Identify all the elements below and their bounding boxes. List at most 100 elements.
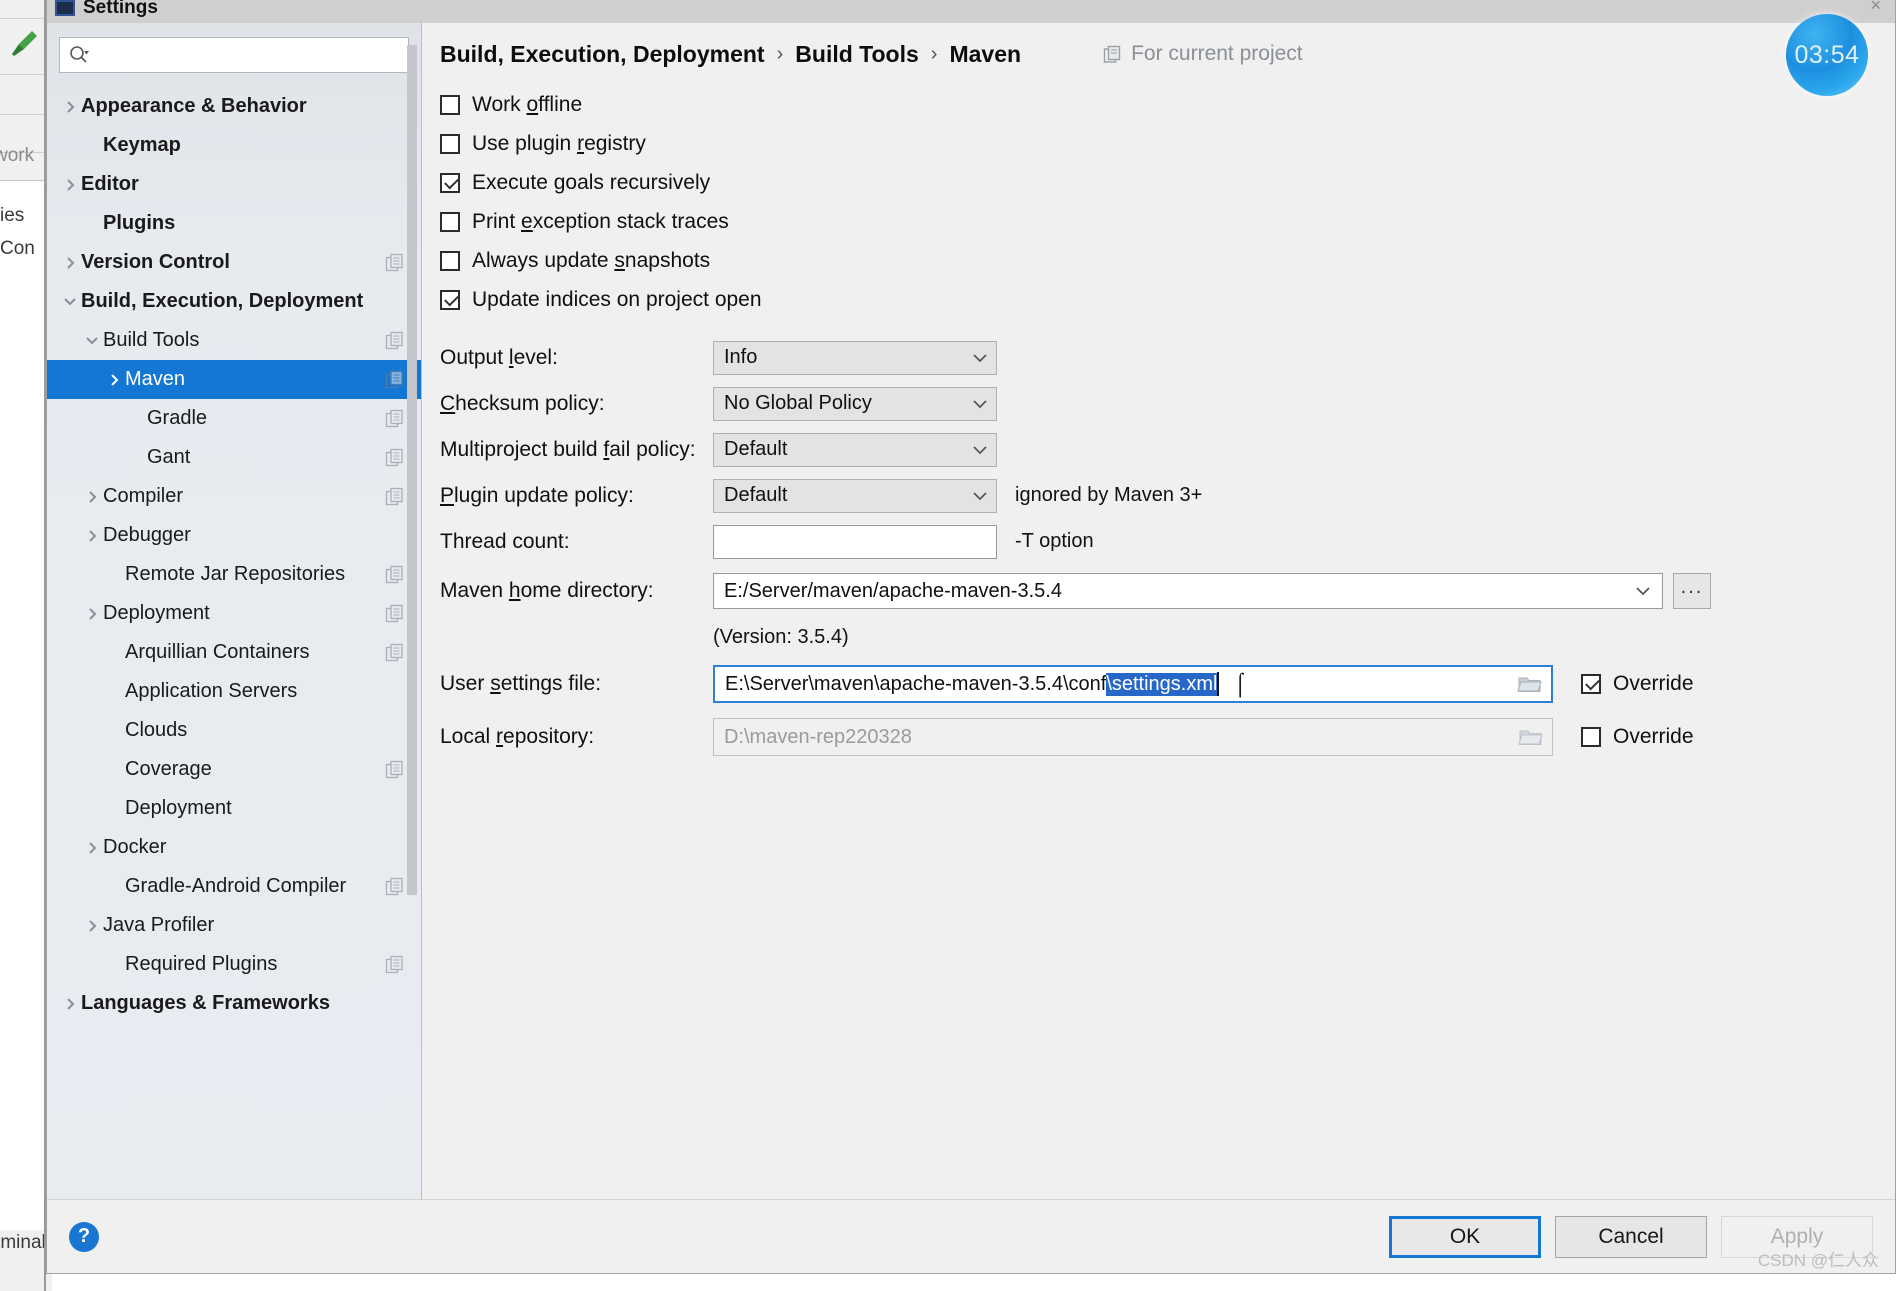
copy-settings-icon[interactable]	[385, 370, 405, 390]
checkbox-use-plugin-registry[interactable]	[440, 133, 460, 154]
breadcrumb: Build, Execution, Deployment › Build Too…	[422, 23, 1895, 85]
chevron-down-icon[interactable]	[59, 295, 81, 308]
copy-settings-icon[interactable]	[385, 955, 405, 975]
sidebar-item-docker[interactable]: Docker	[47, 828, 421, 867]
search-input[interactable]	[94, 45, 400, 65]
sidebar-item-appearance-behavior[interactable]: Appearance & Behavior	[47, 87, 421, 126]
user-settings-browse-icon[interactable]	[1513, 674, 1547, 694]
chevron-right-icon[interactable]	[81, 606, 103, 622]
chevron-right-icon[interactable]	[59, 177, 81, 193]
copy-settings-icon[interactable]	[385, 604, 405, 624]
clock-widget[interactable]: 03:54	[1786, 14, 1868, 96]
sidebar-item-gradle-android-compiler[interactable]: Gradle-Android Compiler	[47, 867, 421, 906]
user-settings-override[interactable]: Override	[1581, 672, 1694, 696]
breadcrumb-part-1[interactable]: Build Tools	[795, 41, 919, 68]
sidebar-item-editor[interactable]: Editor	[47, 165, 421, 204]
breadcrumb-part-2[interactable]: Maven	[949, 41, 1021, 68]
local-repository-override-label: Override	[1613, 725, 1694, 748]
local-repository-override-checkbox[interactable]	[1581, 727, 1601, 747]
project-scope-indicator[interactable]: For current project	[1103, 42, 1303, 66]
copy-settings-icon[interactable]	[385, 760, 405, 780]
sidebar-item-gradle[interactable]: Gradle	[47, 399, 421, 438]
local-repository-browse-icon[interactable]	[1514, 727, 1548, 747]
sidebar-item-deployment[interactable]: Deployment	[47, 594, 421, 633]
output-level-select[interactable]: Info	[713, 340, 997, 375]
checkbox-execute-goals-recursively[interactable]	[440, 172, 460, 193]
multiproject-fail-policy-label: Multiproject build fail policy:	[440, 437, 696, 461]
checkbox-label-execute-goals-recursively: Execute goals recursively	[472, 170, 711, 194]
settings-tree[interactable]: Appearance & Behavior Keymap Editor Plugins…	[47, 83, 421, 1199]
watermark: CSDN @仁人众	[1757, 1251, 1879, 1270]
copy-settings-icon[interactable]	[385, 448, 405, 468]
chevron-right-icon[interactable]	[59, 255, 81, 271]
user-settings-override-checkbox[interactable]	[1581, 674, 1601, 694]
background-text-terminal: rminal	[0, 1232, 46, 1253]
sidebar-item-keymap[interactable]: Keymap	[47, 126, 421, 165]
chevron-right-icon[interactable]	[103, 372, 125, 388]
checkbox-print-exception-stack-traces[interactable]	[440, 211, 460, 232]
checkbox-always-update-snapshots[interactable]	[440, 250, 460, 271]
chevron-right-icon[interactable]	[81, 840, 103, 856]
copy-settings-icon[interactable]	[385, 253, 405, 273]
help-button[interactable]: ?	[69, 1221, 99, 1252]
checksum-policy-select[interactable]: No Global Policy	[713, 386, 997, 421]
copy-settings-icon[interactable]	[385, 643, 405, 663]
copy-settings-icon[interactable]	[385, 409, 405, 429]
user-settings-override-label: Override	[1613, 672, 1694, 695]
maven-home-combo[interactable]: E:/Server/maven/apache-maven-3.5.4	[713, 573, 1663, 609]
checkbox-row-print-exception-stack-traces[interactable]: Print exception stack traces	[440, 202, 1877, 241]
thread-count-input[interactable]	[713, 524, 997, 559]
chevron-right-icon[interactable]	[59, 99, 81, 115]
sidebar-item-java-profiler[interactable]: Java Profiler	[47, 906, 421, 945]
sidebar-item-maven[interactable]: Maven	[47, 360, 421, 399]
sidebar-item-remote-jar-repositories[interactable]: Remote Jar Repositories	[47, 555, 421, 594]
plugin-update-policy-select[interactable]: Default	[713, 478, 997, 513]
sidebar-item-version-control[interactable]: Version Control	[47, 243, 421, 282]
sidebar-item-compiler[interactable]: Compiler	[47, 477, 421, 516]
chevron-right-icon[interactable]	[81, 528, 103, 544]
copy-settings-icon[interactable]	[385, 331, 405, 351]
checkbox-row-update-indices-on-project-open[interactable]: Update indices on project open	[440, 280, 1877, 319]
chevron-down-icon[interactable]	[81, 334, 103, 347]
checkbox-update-indices-on-project-open[interactable]	[440, 289, 460, 310]
multiproject-fail-policy-select[interactable]: Default	[713, 432, 997, 467]
local-repository-override[interactable]: Override	[1581, 725, 1694, 749]
search-box[interactable]	[59, 37, 409, 73]
copy-settings-icon[interactable]	[385, 487, 405, 507]
maven-home-browse-button[interactable]: ...	[1673, 573, 1711, 609]
sidebar-item-arquillian-containers[interactable]: Arquillian Containers	[47, 633, 421, 672]
sidebar-item-label: Required Plugins	[125, 953, 278, 975]
dialog-titlebar[interactable]: Settings ×	[47, 0, 1895, 23]
sidebar-item-gant[interactable]: Gant	[47, 438, 421, 477]
local-repository-input[interactable]: D:\maven-rep220328	[713, 718, 1553, 756]
chevron-right-icon[interactable]	[81, 918, 103, 934]
sidebar-item-coverage[interactable]: Coverage	[47, 750, 421, 789]
output-level-value: Info	[724, 346, 758, 368]
sidebar-item-clouds[interactable]: Clouds	[47, 711, 421, 750]
chevron-right-icon[interactable]	[59, 996, 81, 1012]
checkbox-row-execute-goals-recursively[interactable]: Execute goals recursively	[440, 163, 1877, 202]
sidebar-item-required-plugins[interactable]: Required Plugins	[47, 945, 421, 984]
sidebar-item-application-servers[interactable]: Application Servers	[47, 672, 421, 711]
breadcrumb-part-0[interactable]: Build, Execution, Deployment	[440, 41, 765, 68]
ok-button[interactable]: OK	[1389, 1215, 1541, 1258]
checkbox-work-offline[interactable]	[440, 94, 460, 115]
chevron-right-icon[interactable]	[81, 489, 103, 505]
sidebar-item-deployment[interactable]: Deployment	[47, 789, 421, 828]
copy-settings-icon[interactable]	[385, 877, 405, 897]
checkbox-row-use-plugin-registry[interactable]: Use plugin registry	[440, 124, 1877, 163]
close-icon[interactable]: ×	[1870, 0, 1881, 16]
sidebar-item-plugins[interactable]: Plugins	[47, 204, 421, 243]
row-user-settings-file: User settings file: E:\Server\maven\apac…	[440, 658, 1877, 710]
cancel-button[interactable]: Cancel	[1555, 1215, 1707, 1258]
sidebar-item-debugger[interactable]: Debugger	[47, 516, 421, 555]
sidebar-item-build-execution-deployment[interactable]: Build, Execution, Deployment	[47, 282, 421, 321]
checkbox-row-always-update-snapshots[interactable]: Always update snapshots	[440, 241, 1877, 280]
sidebar-item-languages-frameworks[interactable]: Languages & Frameworks	[47, 984, 421, 1023]
copy-settings-icon[interactable]	[385, 565, 405, 585]
settings-dialog: Settings × Appearance & Behavior Keymap …	[46, 0, 1896, 1274]
user-settings-file-input[interactable]: E:\Server\maven\apache-maven-3.5.4\conf \…	[713, 665, 1553, 703]
checkbox-row-work-offline[interactable]: Work offline	[440, 85, 1877, 124]
sidebar-item-build-tools[interactable]: Build Tools	[47, 321, 421, 360]
sidebar-scrollbar-thumb[interactable]	[407, 45, 417, 895]
